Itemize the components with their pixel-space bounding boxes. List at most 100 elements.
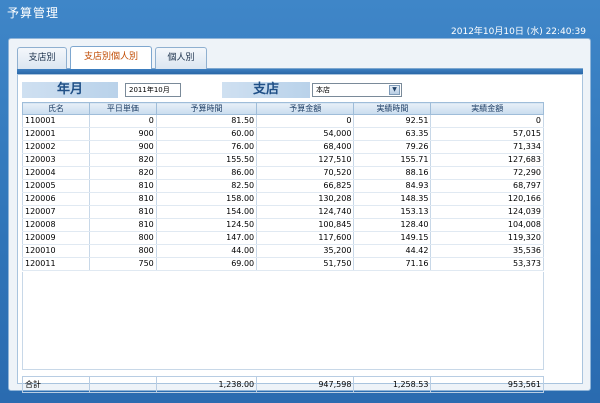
cell-name: 120008 — [22, 218, 90, 232]
tab-branch[interactable]: 支店別 — [17, 47, 67, 69]
cell-unit-price: 900 — [88, 140, 157, 154]
cell-actual-hours: 153.13 — [353, 205, 432, 219]
main-panel: 支店別 支店別個人別 個人別 年月 2011年10月 支店 本店 ▼ 氏名 平日… — [8, 38, 591, 393]
cell-actual-amount: 71,334 — [430, 140, 544, 154]
branch-select[interactable]: 本店 ▼ — [312, 83, 402, 97]
column-header-budget-hours[interactable]: 予算時間 — [155, 102, 258, 115]
column-header-name[interactable]: 氏名 — [22, 102, 90, 115]
cell-unit-price: 800 — [88, 231, 157, 245]
total-row-wrap: 合計 1,238.00 947,598 1,258.53 953,561 — [22, 376, 544, 393]
app-title: 予算管理 — [7, 6, 60, 20]
cell-name: 120003 — [22, 153, 90, 167]
cell-unit-price: 800 — [88, 244, 157, 258]
cell-actual-hours: 92.51 — [353, 114, 432, 128]
cell-actual-hours: 63.35 — [353, 127, 432, 141]
cell-budget-hours: 124.50 — [155, 218, 258, 232]
cell-budget-hours: 154.00 — [155, 205, 258, 219]
column-header-actual-hours[interactable]: 実績時間 — [353, 102, 432, 115]
cell-budget-amount: 127,510 — [256, 153, 355, 167]
cell-unit-price: 810 — [88, 192, 157, 206]
cell-actual-amount: 0 — [430, 114, 544, 128]
cell-budget-amount: 66,825 — [256, 179, 355, 193]
table-row[interactable]: 120009 800 147.00 117,600 149.15 119,320 — [22, 231, 544, 245]
datetime-display: 2012年10月10日 (水) 22:40:39 — [451, 27, 586, 37]
cell-budget-hours: 69.00 — [155, 257, 258, 271]
cell-budget-hours: 81.50 — [155, 114, 258, 128]
total-actual-hours: 1,258.53 — [353, 376, 432, 393]
cell-actual-hours: 88.16 — [353, 166, 432, 180]
table-row[interactable]: 110001 0 81.50 0 92.51 0 — [22, 114, 544, 128]
year-month-input[interactable]: 2011年10月 — [125, 83, 181, 97]
cell-name: 110001 — [22, 114, 90, 128]
total-budget-hours: 1,238.00 — [155, 376, 258, 393]
data-table-wrap: 氏名 平日単価 予算時間 予算金額 実績時間 実績金額 110001 0 81.50… — [22, 102, 544, 271]
filter-row: 年月 2011年10月 支店 本店 ▼ — [22, 82, 552, 98]
cell-budget-hours: 158.00 — [155, 192, 258, 206]
table-row[interactable]: 120002 900 76.00 68,400 79.26 71,334 — [22, 140, 544, 154]
cell-actual-hours: 128.40 — [353, 218, 432, 232]
cell-actual-amount: 53,373 — [430, 257, 544, 271]
table-row[interactable]: 120006 810 158.00 130,208 148.35 120,166 — [22, 192, 544, 206]
cell-budget-amount: 100,845 — [256, 218, 355, 232]
tab-person[interactable]: 個人別 — [155, 47, 207, 69]
cell-name: 120007 — [22, 205, 90, 219]
cell-budget-hours: 155.50 — [155, 153, 258, 167]
cell-name: 120009 — [22, 231, 90, 245]
cell-unit-price: 810 — [88, 218, 157, 232]
total-table: 合計 1,238.00 947,598 1,258.53 953,561 — [22, 376, 544, 393]
cell-name: 120001 — [22, 127, 90, 141]
cell-budget-hours: 60.00 — [155, 127, 258, 141]
cell-unit-price: 810 — [88, 205, 157, 219]
table-row[interactable]: 120001 900 60.00 54,000 63.35 57,015 — [22, 127, 544, 141]
cell-actual-hours: 148.35 — [353, 192, 432, 206]
table-row[interactable]: 120010 800 44.00 35,200 44.42 35,536 — [22, 244, 544, 258]
cell-actual-amount: 124,039 — [430, 205, 544, 219]
table-row[interactable]: 120005 810 82.50 66,825 84.93 68,797 — [22, 179, 544, 193]
column-header-actual-amount[interactable]: 実績金額 — [430, 102, 544, 115]
cell-name: 120005 — [22, 179, 90, 193]
table-row[interactable]: 120008 810 124.50 100,845 128.40 104,008 — [22, 218, 544, 232]
cell-actual-amount: 35,536 — [430, 244, 544, 258]
table-row[interactable]: 120007 810 154.00 124,740 153.13 124,039 — [22, 205, 544, 219]
year-month-label: 年月 — [22, 82, 118, 98]
cell-budget-hours: 44.00 — [155, 244, 258, 258]
tab-branch-person[interactable]: 支店別個人別 — [70, 46, 152, 69]
table-empty-area — [22, 272, 544, 370]
table-row[interactable]: 120003 820 155.50 127,510 155.71 127,683 — [22, 153, 544, 167]
branch-label: 支店 — [222, 82, 310, 98]
cell-actual-hours: 155.71 — [353, 153, 432, 167]
cell-actual-amount: 57,015 — [430, 127, 544, 141]
cell-budget-amount: 117,600 — [256, 231, 355, 245]
cell-unit-price: 820 — [88, 153, 157, 167]
cell-budget-amount: 54,000 — [256, 127, 355, 141]
cell-actual-amount: 119,320 — [430, 231, 544, 245]
cell-unit-price: 820 — [88, 166, 157, 180]
cell-actual-hours: 84.93 — [353, 179, 432, 193]
total-unit-price — [88, 376, 157, 393]
cell-actual-amount: 68,797 — [430, 179, 544, 193]
cell-budget-amount: 70,520 — [256, 166, 355, 180]
cell-budget-hours: 76.00 — [155, 140, 258, 154]
cell-name: 120006 — [22, 192, 90, 206]
cell-name: 120010 — [22, 244, 90, 258]
cell-budget-hours: 86.00 — [155, 166, 258, 180]
cell-actual-hours: 71.16 — [353, 257, 432, 271]
chevron-down-icon[interactable]: ▼ — [389, 85, 400, 95]
data-table: 氏名 平日単価 予算時間 予算金額 実績時間 実績金額 110001 0 81.50… — [22, 102, 544, 271]
total-actual-amount: 953,561 — [430, 376, 544, 393]
cell-unit-price: 810 — [88, 179, 157, 193]
column-header-budget-amount[interactable]: 予算金額 — [256, 102, 355, 115]
cell-budget-amount: 130,208 — [256, 192, 355, 206]
cell-name: 120004 — [22, 166, 90, 180]
bottom-shade — [0, 393, 600, 403]
table-row[interactable]: 120004 820 86.00 70,520 88.16 72,290 — [22, 166, 544, 180]
total-budget-amount: 947,598 — [256, 376, 355, 393]
cell-unit-price: 750 — [88, 257, 157, 271]
table-row[interactable]: 120011 750 69.00 51,750 71.16 53,373 — [22, 257, 544, 271]
total-label: 合計 — [22, 376, 90, 393]
tab-bar: 支店別 支店別個人別 個人別 — [17, 43, 583, 74]
cell-actual-hours: 149.15 — [353, 231, 432, 245]
cell-actual-hours: 79.26 — [353, 140, 432, 154]
cell-budget-amount: 0 — [256, 114, 355, 128]
column-header-unit-price[interactable]: 平日単価 — [88, 102, 157, 115]
